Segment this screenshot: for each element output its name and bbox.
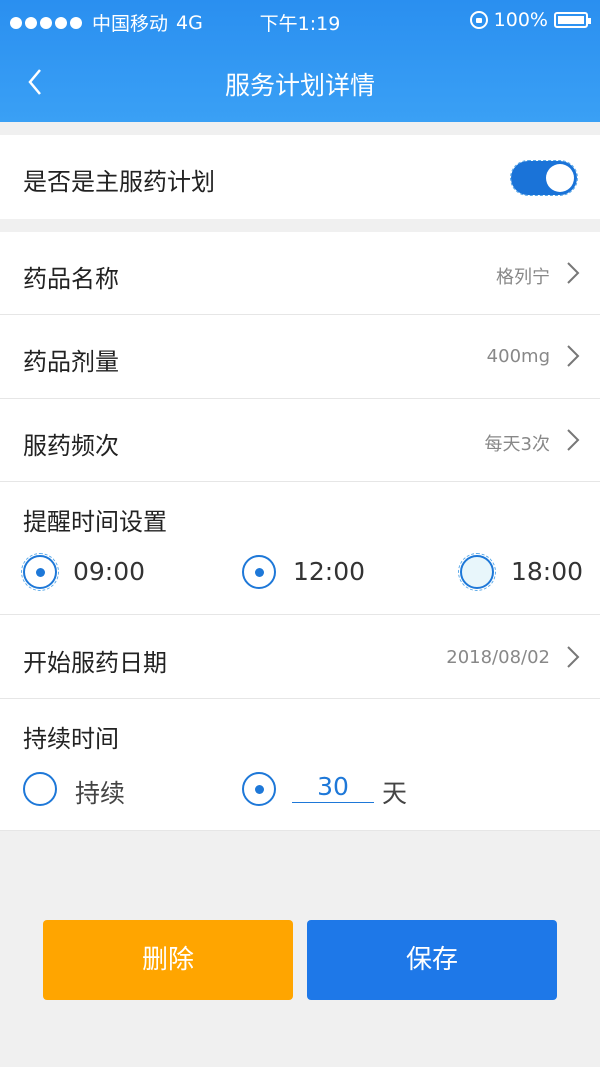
frequency-row[interactable]: 服药频次 每天3次: [0, 399, 600, 482]
chevron-right-icon: [567, 345, 580, 367]
rotation-lock-icon: [469, 11, 488, 29]
reminder-time-label-3: 18:00: [511, 557, 584, 586]
battery-icon: [554, 12, 591, 28]
reminder-time-label-2: 12:00: [293, 557, 366, 586]
reminder-label: 提醒时间设置: [23, 508, 167, 536]
chevron-right-icon: [567, 429, 580, 451]
main-plan-row: 是否是主服药计划: [0, 135, 600, 219]
frequency-value: 每天3次: [484, 434, 550, 455]
reminder-section: 提醒时间设置 09:00 12:00 18:00: [0, 482, 600, 615]
reminder-time-label-1: 09:00: [73, 557, 146, 586]
duration-label: 持续时间: [23, 725, 119, 753]
app-header: 中国移动 4G 下午1:19 100% 服务计划详情: [0, 0, 600, 122]
chevron-right-icon: [567, 646, 580, 668]
dosage-value: 400mg: [486, 346, 550, 367]
divider: [0, 830, 600, 831]
page-title: 服务计划详情: [224, 71, 375, 100]
reminder-time-radio-3[interactable]: [458, 553, 496, 591]
delete-button[interactable]: 删除: [43, 920, 293, 1000]
dosage-label: 药品剂量: [23, 348, 119, 376]
drug-name-label: 药品名称: [23, 265, 119, 293]
chevron-right-icon: [567, 262, 580, 284]
duration-continuous-label: 持续: [75, 779, 126, 808]
duration-continuous-radio[interactable]: [23, 772, 57, 806]
battery-percent: 100%: [493, 9, 548, 31]
status-right: 100%: [469, 9, 591, 31]
frequency-label: 服药频次: [23, 432, 119, 460]
main-plan-toggle[interactable]: [510, 160, 578, 196]
dosage-row[interactable]: 药品剂量 400mg: [0, 315, 600, 399]
duration-days-unit: 天: [382, 779, 408, 808]
reminder-time-radio-2[interactable]: [242, 555, 276, 589]
duration-section: 持续时间 持续 天: [0, 699, 600, 831]
duration-days-radio[interactable]: [242, 772, 276, 806]
status-bar: 中国移动 4G 下午1:19 100%: [0, 0, 600, 42]
start-date-label: 开始服药日期: [23, 649, 167, 677]
drug-name-value: 格列宁: [496, 267, 550, 288]
duration-days-input[interactable]: [292, 771, 374, 803]
main-plan-label: 是否是主服药计划: [23, 168, 215, 196]
start-date-value: 2018/08/02: [446, 647, 550, 668]
drug-name-row[interactable]: 药品名称 格列宁: [0, 232, 600, 315]
start-date-row[interactable]: 开始服药日期 2018/08/02: [0, 615, 600, 699]
save-button[interactable]: 保存: [307, 920, 557, 1000]
navigation-bar: 服务计划详情: [0, 42, 600, 122]
reminder-time-radio-1[interactable]: [21, 553, 59, 591]
